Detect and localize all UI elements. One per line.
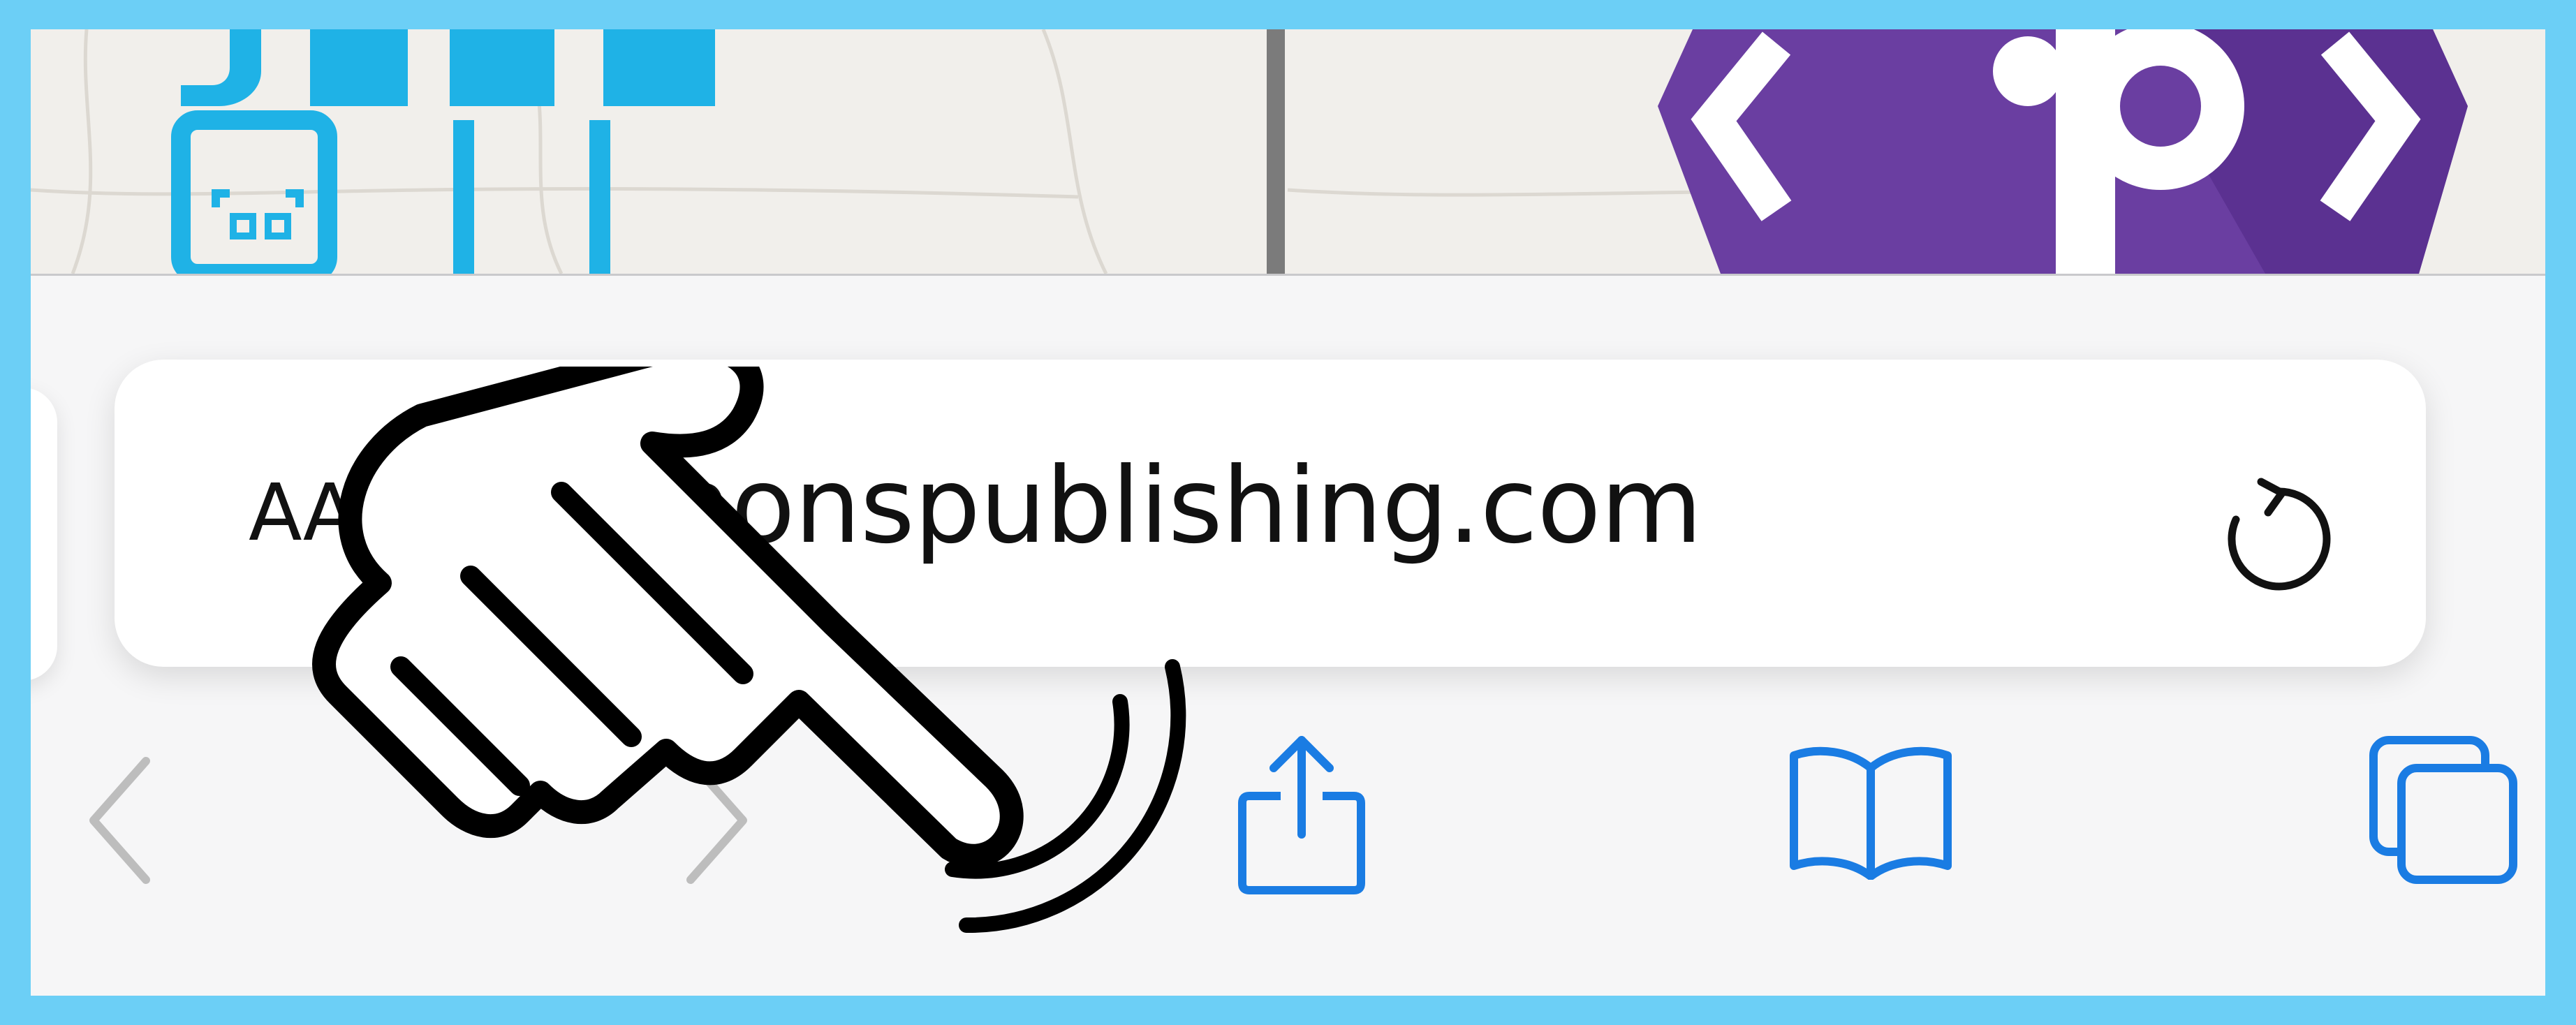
previous-tab-peek[interactable]: [31, 388, 57, 681]
bookmarks-button[interactable]: [1783, 740, 1958, 880]
chevron-right-icon: [686, 757, 747, 884]
web-page-content[interactable]: [31, 29, 2545, 274]
chevron-left-icon: [89, 757, 150, 884]
reload-button[interactable]: [2209, 475, 2335, 600]
scan-logo: [171, 29, 715, 274]
publisher-logo: [1658, 29, 2468, 274]
book-icon: [1790, 746, 1952, 880]
share-icon: [1238, 736, 1365, 894]
reload-icon: [2228, 478, 2331, 591]
url-text[interactable]: simonspublishing.com: [547, 436, 1702, 576]
forward-button[interactable]: [673, 751, 757, 890]
tabs-button[interactable]: [2363, 730, 2524, 890]
browser-toolbar: AA simonspublishing.com: [31, 274, 2545, 996]
back-button[interactable]: [80, 751, 163, 890]
browser-frame: AA simonspublishing.com: [31, 29, 2545, 996]
text-size-button[interactable]: AA: [249, 457, 356, 569]
address-bar[interactable]: AA simonspublishing.com: [115, 360, 2426, 667]
share-button[interactable]: [1232, 730, 1371, 897]
tabs-icon: [2369, 736, 2517, 884]
